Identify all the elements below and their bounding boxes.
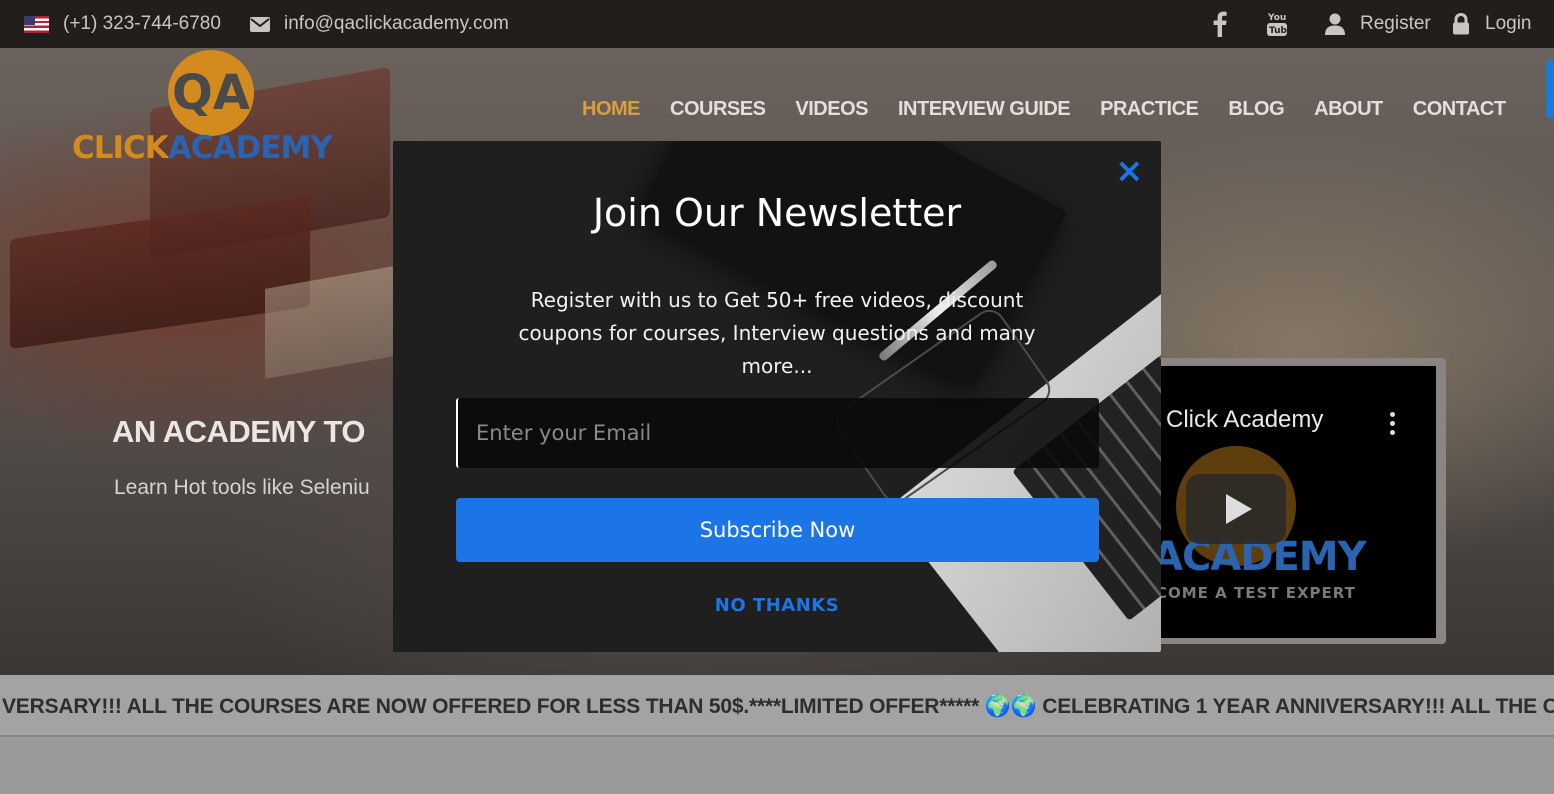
logo-text-click: CLICK — [72, 130, 169, 166]
nav-item-interview-guide[interactable]: INTERVIEW GUIDE — [898, 98, 1071, 124]
youtube-icon[interactable]: You Tube — [1266, 0, 1288, 48]
side-feedback-tab[interactable] — [1546, 60, 1554, 118]
marquee-text: VERSARY!!! ALL THE COURSES ARE NOW OFFER… — [2, 695, 1554, 718]
envelope-icon — [250, 0, 270, 48]
site-logo[interactable]: QA CLICKACADEMY — [72, 50, 352, 190]
video-tagline: COME A TEST EXPERT — [1156, 584, 1356, 602]
more-options-icon[interactable] — [1390, 412, 1396, 435]
page-bottom-area — [0, 739, 1554, 794]
svg-text:You: You — [1267, 13, 1286, 23]
nav-item-blog[interactable]: BLOG — [1228, 98, 1284, 124]
user-icon[interactable] — [1324, 0, 1346, 48]
logo-text: CLICKACADEMY — [72, 130, 333, 166]
lock-icon[interactable] — [1452, 0, 1470, 48]
nav-item-contact[interactable]: CONTACT — [1413, 98, 1506, 124]
phone-number[interactable]: (+1) 323-744-6780 — [63, 0, 221, 48]
video-embed[interactable]: Click Academy ACADEMY COME A TEST EXPERT — [1150, 358, 1446, 644]
hero-subtitle: Learn Hot tools like Seleniu — [114, 476, 370, 499]
flag-us-icon — [24, 0, 49, 48]
nav-item-about[interactable]: ABOUT — [1314, 98, 1383, 124]
logo-mark: QA — [168, 50, 254, 136]
top-bar: (+1) 323-744-6780 info@qaclickacademy.co… — [0, 0, 1554, 48]
hero-title: AN ACADEMY TO — [112, 414, 366, 449]
video-player[interactable]: Click Academy ACADEMY COME A TEST EXPERT — [1156, 366, 1436, 638]
close-icon[interactable]: × — [1115, 154, 1144, 188]
modal-description: Register with us to Get 50+ free videos,… — [518, 288, 1036, 378]
modal-title: Join Our Newsletter — [592, 191, 962, 235]
svg-text:Tube: Tube — [1269, 26, 1288, 36]
login-link[interactable]: Login — [1485, 0, 1532, 48]
no-thanks-link[interactable]: NO THANKS — [393, 595, 1161, 616]
subscribe-button[interactable]: Subscribe Now — [456, 498, 1099, 562]
video-title[interactable]: Click Academy — [1166, 406, 1323, 434]
nav-item-home[interactable]: HOME — [582, 98, 641, 124]
main-nav: HOME COURSES VIDEOS INTERVIEW GUIDE PRAC… — [582, 98, 1506, 124]
newsletter-modal: × Join Our Newsletter Register with us t… — [393, 141, 1161, 652]
facebook-icon[interactable] — [1213, 0, 1227, 48]
nav-item-videos[interactable]: VIDEOS — [795, 98, 868, 124]
logo-text-academy: ACADEMY — [167, 130, 333, 166]
nav-item-courses[interactable]: COURSES — [670, 98, 766, 124]
play-icon[interactable] — [1186, 474, 1286, 544]
email-field[interactable] — [456, 398, 1099, 468]
email-link[interactable]: info@qaclickacademy.com — [284, 0, 509, 48]
register-link[interactable]: Register — [1360, 0, 1431, 48]
nav-item-practice[interactable]: PRACTICE — [1100, 98, 1199, 124]
announcement-marquee: VERSARY!!! ALL THE COURSES ARE NOW OFFER… — [0, 675, 1554, 737]
